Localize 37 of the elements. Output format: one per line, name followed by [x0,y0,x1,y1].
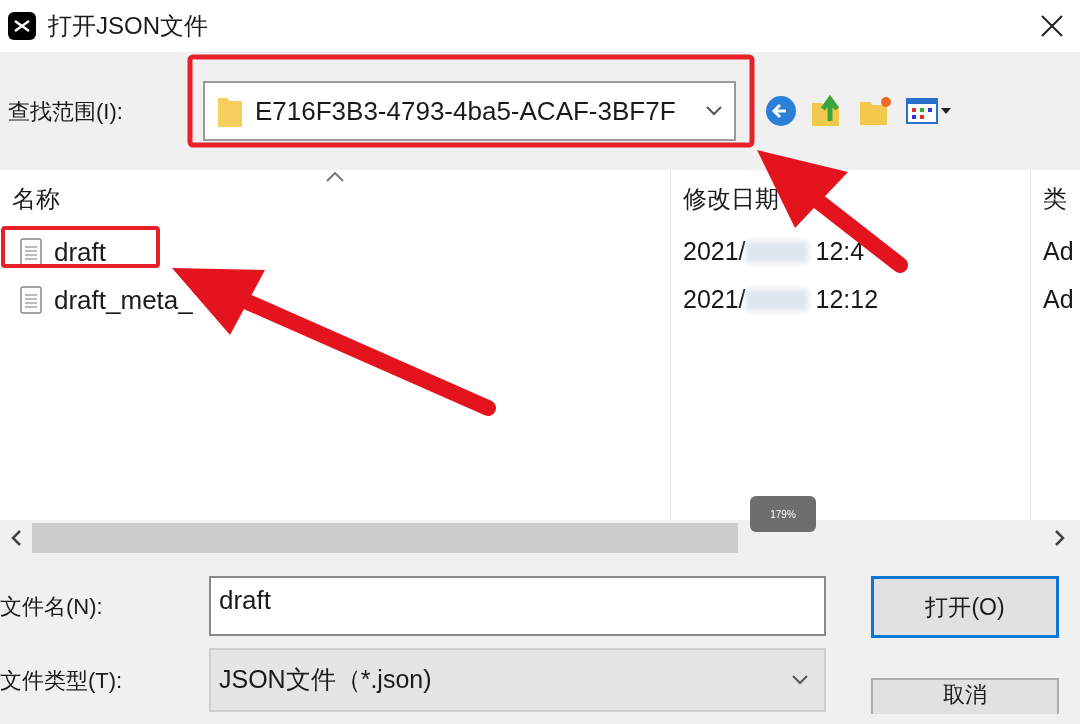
scroll-thumb[interactable] [32,523,738,553]
view-menu-icon[interactable] [906,96,952,126]
time-text: 12:12 [815,284,879,316]
file-type-dropdown[interactable]: JSON文件（*.json) [209,648,826,712]
document-icon [20,238,42,266]
window-title: 打开JSON文件 [48,11,208,41]
chevron-down-icon [792,675,808,685]
type-text: Ad [1043,284,1074,316]
column-header[interactable]: 名称 [12,185,60,212]
time-text: 12:4 [815,236,865,268]
file-name[interactable]: draft [54,232,107,272]
close-icon [1040,14,1064,38]
column-header[interactable]: 修改日期 [683,181,779,217]
file-name-field[interactable]: draft [209,576,826,636]
file-type-label: 文件类型(T): [0,666,124,695]
blurred-date [745,241,808,263]
look-in-dropdown[interactable]: E716F3B3-4793-4ba5-ACAF-3BF7F [203,81,736,141]
date-text: 2021/ [683,236,746,268]
look-in-label: 查找范围(I): [8,97,124,126]
date-text: 2021/ [683,284,746,316]
chevron-down-icon [706,106,722,116]
file-type-value: JSON文件（*.json) [219,664,433,696]
back-icon[interactable] [764,94,798,128]
document-icon [20,286,42,314]
blurred-date [745,289,808,311]
type-text: Ad [1043,236,1074,268]
column-header[interactable]: 类 [1043,181,1067,217]
zoom-badge: 179% [750,496,816,532]
file-name-label: 文件名(N): [0,592,104,621]
scroll-right-icon[interactable] [1054,530,1066,546]
open-button[interactable]: 打开(O) [871,576,1059,638]
app-logo-icon [8,12,36,40]
cancel-button[interactable]: 取消 [871,678,1059,714]
file-name[interactable]: draft_meta_ [54,280,193,320]
new-folder-icon[interactable] [858,94,894,128]
scroll-left-icon[interactable] [10,530,22,546]
folder-path: E716F3B3-4793-4ba5-ACAF-3BF7F [255,94,677,128]
